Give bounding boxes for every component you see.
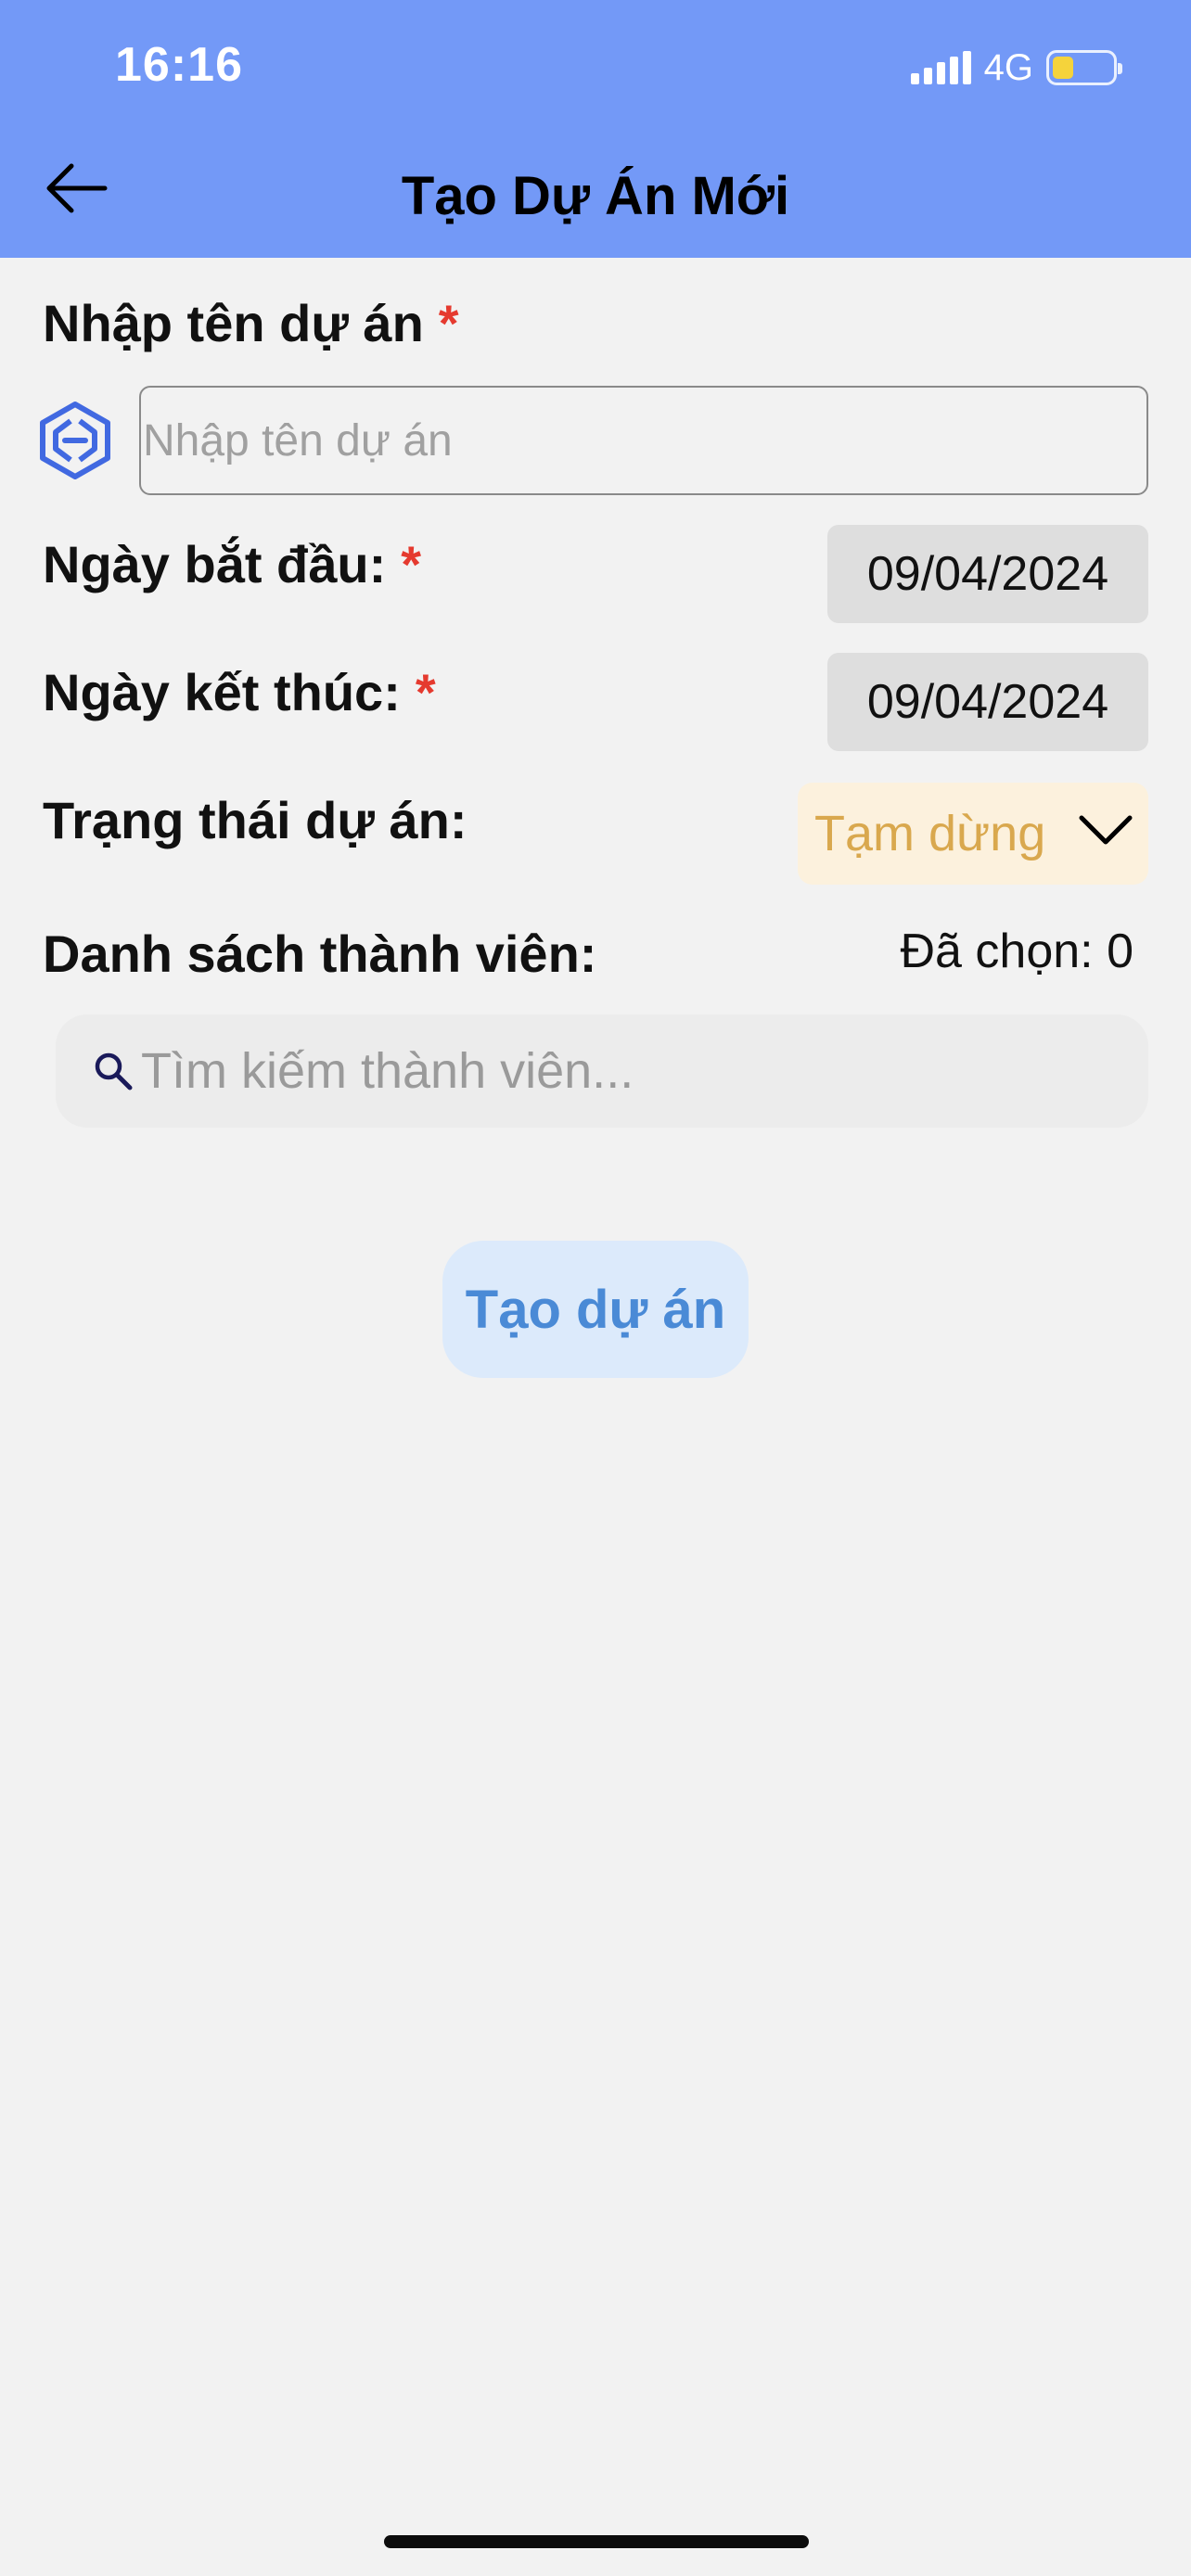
network-type: 4G xyxy=(983,46,1033,88)
app-header: 16:16 4G Tạo Dự Án Mới xyxy=(0,0,1191,258)
create-project-button[interactable]: Tạo dự án xyxy=(442,1241,749,1378)
project-name-label: Nhập tên dự án * xyxy=(43,293,459,353)
status-time: 16:16 xyxy=(115,38,243,92)
start-date-label: Ngày bắt đầu: * xyxy=(43,534,421,594)
status-value: Tạm dừng xyxy=(814,806,1046,861)
required-mark: * xyxy=(401,535,422,593)
end-date-label: Ngày kết thúc: * xyxy=(43,662,436,722)
chevron-down-icon xyxy=(1079,815,1133,845)
member-list-label: Danh sách thành viên: xyxy=(43,925,597,983)
start-date-picker[interactable]: 09/04/2024 xyxy=(827,525,1148,623)
project-hexagon-icon xyxy=(40,402,110,479)
end-date-picker[interactable]: 09/04/2024 xyxy=(827,653,1148,751)
status-indicators: 4G xyxy=(910,46,1122,89)
member-search-box xyxy=(56,1014,1148,1128)
member-search-input[interactable] xyxy=(141,1042,1124,1100)
required-mark: * xyxy=(415,663,436,721)
end-date-label-text: Ngày kết thúc: xyxy=(43,663,401,721)
required-mark: * xyxy=(438,294,459,352)
selected-member-count: Đã chọn: 0 xyxy=(900,925,1134,978)
project-name-label-text: Nhập tên dự án xyxy=(43,294,424,352)
battery-icon xyxy=(1046,50,1122,85)
project-name-input[interactable] xyxy=(139,386,1148,495)
project-status-label: Trạng thái dự án: xyxy=(43,791,467,849)
project-status-dropdown[interactable]: Tạm dừng xyxy=(798,783,1148,885)
signal-icon xyxy=(910,51,971,84)
search-icon xyxy=(95,1052,133,1090)
home-indicator[interactable] xyxy=(384,2535,809,2548)
start-date-label-text: Ngày bắt đầu: xyxy=(43,535,387,593)
page-title: Tạo Dự Án Mới xyxy=(401,166,790,226)
